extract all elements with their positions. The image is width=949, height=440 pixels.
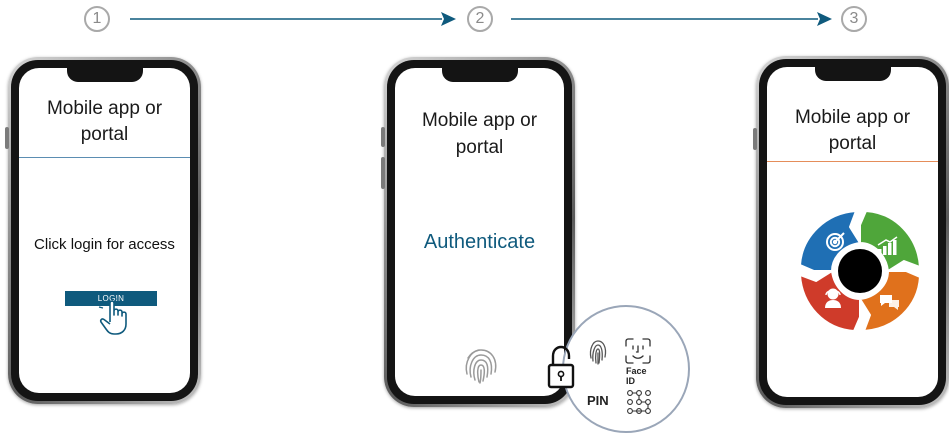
face-id-icon[interactable] bbox=[624, 338, 652, 364]
phone-2-side-button-1 bbox=[381, 127, 385, 147]
phone-3-side-button bbox=[753, 128, 757, 150]
phone-2-notch bbox=[441, 68, 518, 82]
padlock-icon bbox=[547, 345, 575, 389]
phone-2-title-line1: Mobile app or bbox=[421, 110, 538, 131]
cycle-diagram bbox=[799, 210, 921, 332]
hand-pointer-icon bbox=[98, 298, 127, 335]
phone-1: Mobile app or portal Click login for acc… bbox=[5, 57, 201, 404]
phone-1-side-button bbox=[5, 127, 9, 149]
fingerprint-icon[interactable] bbox=[459, 344, 503, 388]
phone-1-title-line1: Mobile app or bbox=[46, 98, 163, 119]
phone-3-title-line1: Mobile app or bbox=[794, 107, 911, 128]
cycle-center bbox=[838, 249, 882, 293]
face-id-label: Face ID bbox=[626, 366, 647, 386]
phone-2-title-line2: portal bbox=[455, 137, 504, 158]
phone-1-divider bbox=[19, 157, 190, 158]
phone-1-instruction: Click login for access bbox=[34, 236, 175, 253]
authenticate-label: Authenticate bbox=[423, 231, 536, 253]
fingerprint-option-icon[interactable] bbox=[587, 338, 609, 366]
phone-2-screen: Mobile app or portal Authenticate bbox=[395, 68, 564, 396]
phone-3: Mobile app or portal bbox=[753, 56, 949, 408]
phone-1-screen: Mobile app or portal Click login for acc… bbox=[19, 68, 190, 393]
arrow-2-head bbox=[817, 12, 832, 26]
phone-3-title-line2: portal bbox=[828, 133, 877, 154]
phone-3-divider bbox=[767, 161, 938, 162]
phone-1-notch bbox=[66, 68, 143, 82]
phone-1-title-line2: portal bbox=[80, 124, 129, 145]
pin-label[interactable]: PIN bbox=[587, 393, 609, 408]
phone-2-side-button-2 bbox=[381, 157, 385, 189]
flow-arrows bbox=[130, 12, 832, 26]
pattern-lock-icon[interactable] bbox=[626, 389, 652, 415]
phone-3-notch bbox=[814, 67, 891, 81]
arrow-1-head bbox=[441, 12, 456, 26]
phone-3-screen: Mobile app or portal bbox=[767, 67, 938, 397]
